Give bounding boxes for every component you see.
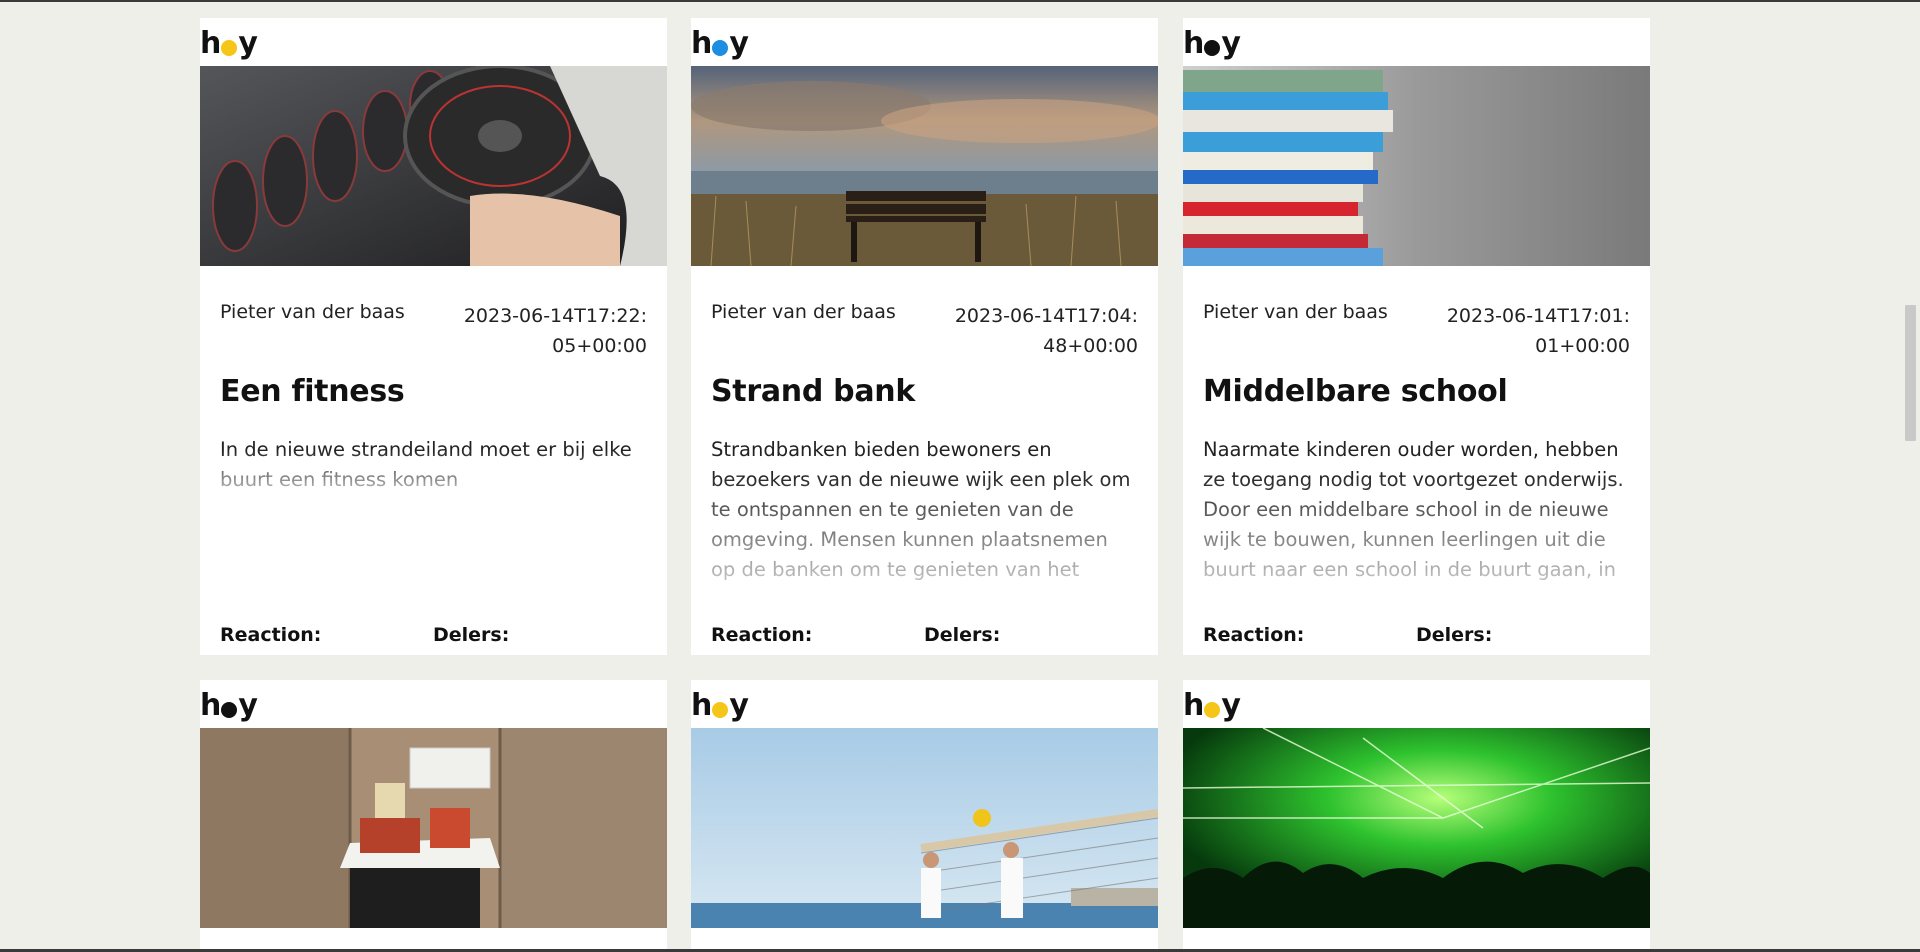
post-card-volleyball[interactable]: hy	[691, 680, 1158, 949]
post-card-strand-bank[interactable]: hy Pieter van der baas 2023-06-14T17:04:…	[691, 18, 1158, 655]
post-description: Strandbanken bieden bewoners en bezoeker…	[711, 438, 1131, 581]
post-description: Naarmate kinderen ouder worden, hebben z…	[1203, 438, 1624, 581]
hey-logo: hy	[691, 688, 749, 723]
post-card-concert[interactable]: hy	[1183, 680, 1650, 949]
logo-dot-icon	[1204, 702, 1221, 718]
post-card-middelbare-school[interactable]: hy Pieter van der baas 2023-06-14T17:01:…	[1183, 18, 1650, 655]
beach-volleyball-photo	[691, 728, 1158, 928]
reaction-count: Reaction:	[711, 624, 813, 646]
hey-logo: hy	[200, 26, 258, 61]
post-title[interactable]: Een fitness	[220, 374, 405, 409]
post-card-trash[interactable]: hy	[200, 680, 667, 949]
logo-dot-icon	[712, 702, 729, 718]
beach-bench-photo	[691, 66, 1158, 266]
hey-logo: hy	[691, 26, 749, 61]
logo-dot-icon	[712, 40, 729, 56]
logo-dot-icon	[221, 702, 238, 718]
delers-count: Delers:	[924, 624, 1001, 646]
delers-count: Delers:	[433, 624, 510, 646]
reaction-count: Reaction:	[1203, 624, 1305, 646]
window-top-border	[0, 0, 1920, 2]
delers-count: Delers:	[1416, 624, 1493, 646]
post-description: In de nieuwe strandeiland moet er bij el…	[220, 438, 632, 491]
hey-logo: hy	[1183, 26, 1241, 61]
hey-logo: hy	[200, 688, 258, 723]
logo-dot-icon	[1204, 40, 1221, 56]
post-author[interactable]: Pieter van der baas	[1203, 301, 1388, 323]
page-scrollbar[interactable]	[1902, 2, 1920, 949]
hey-logo: hy	[1183, 688, 1241, 723]
concert-lasers-photo	[1183, 728, 1650, 928]
post-title[interactable]: Middelbare school	[1203, 374, 1508, 409]
post-author[interactable]: Pieter van der baas	[220, 301, 405, 323]
reaction-count: Reaction:	[220, 624, 322, 646]
trash-can-photo	[200, 728, 667, 928]
post-date: 2023-06-14T17:04:48+00:00	[954, 305, 1138, 357]
post-card-fitness[interactable]: hy Pieter van der baas 2023-06-14T17:22:…	[200, 18, 667, 655]
post-date: 2023-06-14T17:22:05+00:00	[463, 305, 647, 357]
post-date: 2023-06-14T17:01:01+00:00	[1446, 305, 1630, 357]
post-title[interactable]: Strand bank	[711, 374, 915, 409]
dumbbell-photo	[200, 66, 667, 266]
book-stack-photo	[1183, 66, 1650, 266]
scrollbar-thumb[interactable]	[1905, 305, 1916, 441]
logo-dot-icon	[221, 40, 238, 56]
post-author[interactable]: Pieter van der baas	[711, 301, 896, 323]
